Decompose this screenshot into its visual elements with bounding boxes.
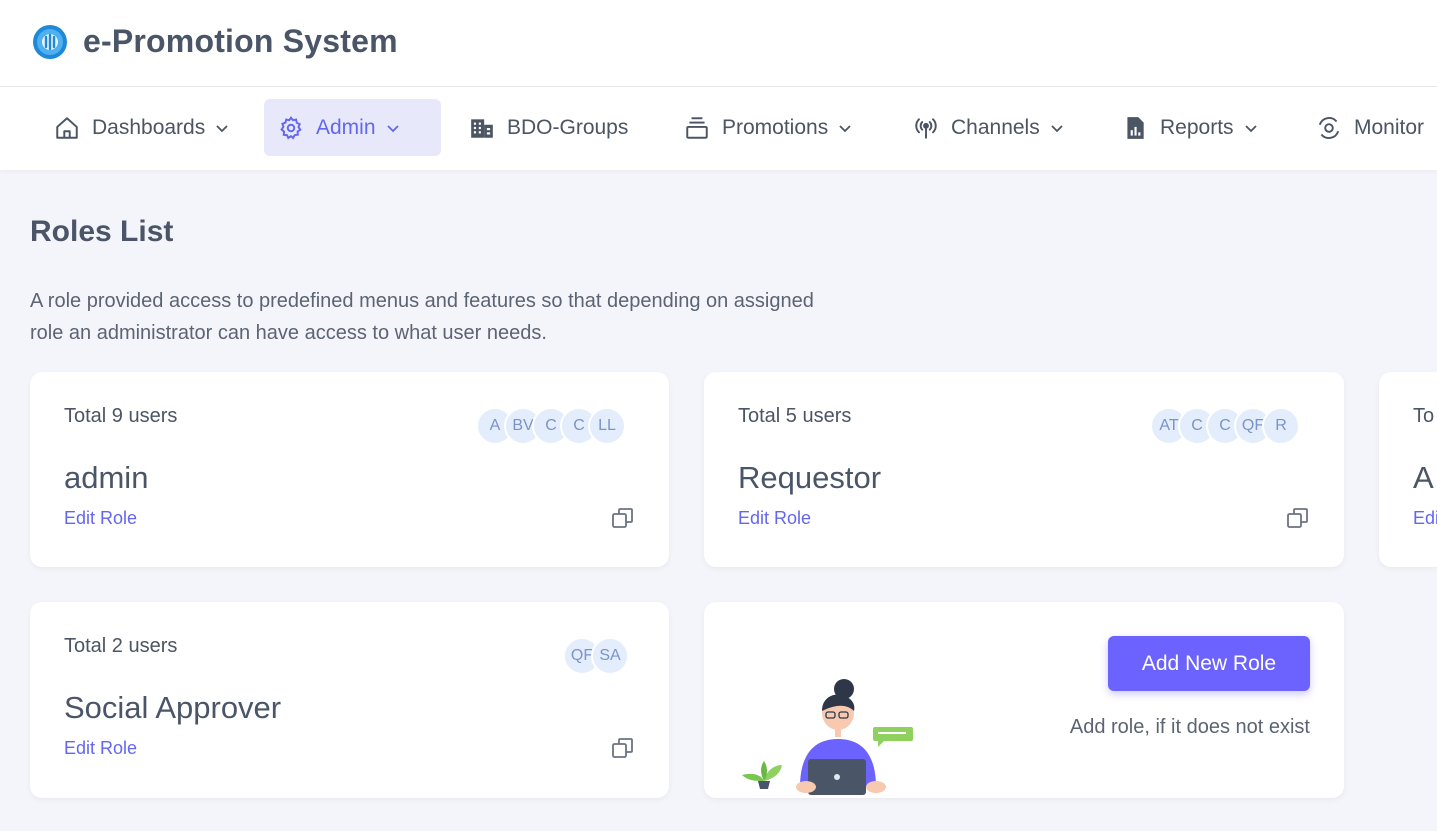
role-user-count: Total 2 users xyxy=(64,635,178,657)
avatar-group: QF SA xyxy=(563,637,629,675)
edit-role-link[interactable]: Edit Role xyxy=(64,738,137,759)
role-name: admin xyxy=(64,460,149,495)
chevron-down-icon xyxy=(215,121,229,135)
nav-promotions[interactable]: Promotions xyxy=(670,99,866,156)
copy-icon[interactable] xyxy=(611,506,635,530)
main-navbar: Dashboards Admin BDO-Groups Promotions C… xyxy=(0,87,1437,170)
role-card-partial: To A Edi xyxy=(1379,372,1437,567)
monitor-icon xyxy=(1316,115,1342,141)
role-user-count: Total 9 users xyxy=(64,405,178,427)
person-laptop-illustration xyxy=(742,679,913,795)
nav-label: Reports xyxy=(1160,115,1234,139)
chevron-down-icon xyxy=(1244,121,1258,135)
nav-label: Channels xyxy=(951,115,1040,139)
home-icon xyxy=(54,115,80,141)
avatar-group: A BV C C LL xyxy=(476,407,626,445)
add-new-role-button[interactable]: Add New Role xyxy=(1108,636,1310,691)
nav-label: Admin xyxy=(316,115,376,139)
avatar[interactable]: R xyxy=(1262,407,1300,445)
building-icon xyxy=(469,115,495,141)
chevron-down-icon xyxy=(386,121,400,135)
page-description: A role provided access to predefined men… xyxy=(30,290,814,344)
chevron-down-icon xyxy=(838,121,852,135)
report-icon xyxy=(1122,115,1148,141)
copy-icon[interactable] xyxy=(611,736,635,760)
page-title: Roles List xyxy=(30,215,174,248)
role-user-count: To xyxy=(1413,405,1435,427)
app-logo-icon[interactable] xyxy=(32,24,68,60)
nav-dashboards[interactable]: Dashboards xyxy=(40,99,243,156)
nav-label: BDO-Groups xyxy=(507,115,629,139)
edit-role-link[interactable]: Edit Role xyxy=(64,508,137,529)
nav-label: Promotions xyxy=(722,115,829,139)
add-role-card: Add New Role Add role, if it does not ex… xyxy=(704,602,1344,798)
nav-reports[interactable]: Reports xyxy=(1108,99,1272,156)
edit-role-link[interactable]: Edi xyxy=(1413,508,1437,529)
nav-channels[interactable]: Channels xyxy=(899,99,1078,156)
role-user-count: Total 5 users xyxy=(738,405,852,427)
nav-label: Monitor xyxy=(1354,115,1425,139)
nav-label: Dashboards xyxy=(92,115,206,139)
role-name: Requestor xyxy=(738,460,882,495)
add-role-hint: Add role, if it does not exist xyxy=(1069,716,1310,738)
chevron-down-icon xyxy=(1050,121,1064,135)
avatar[interactable]: LL xyxy=(588,407,626,445)
edit-role-link[interactable]: Edit Role xyxy=(738,508,811,529)
nav-admin[interactable]: Admin xyxy=(264,99,441,156)
stack-icon xyxy=(684,115,710,141)
role-name: A xyxy=(1413,460,1434,495)
role-name: Social Approver xyxy=(64,690,282,725)
avatar-group: AT C C QF R xyxy=(1150,407,1300,445)
nav-bdo-groups[interactable]: BDO-Groups xyxy=(455,99,642,156)
role-card-requestor: Total 5 users AT C C QF R Requestor Edit… xyxy=(704,372,1344,567)
avatar[interactable]: SA xyxy=(591,637,629,675)
antenna-icon xyxy=(913,115,939,141)
copy-icon[interactable] xyxy=(1286,506,1310,530)
role-card-admin: Total 9 users A BV C C LL admin Edit Rol… xyxy=(30,372,669,567)
role-card-social-approver: Total 2 users QF SA Social Approver Edit… xyxy=(30,602,669,798)
gear-icon xyxy=(278,115,304,141)
nav-monitor[interactable]: Monitor xyxy=(1302,99,1437,156)
app-title: e-Promotion System xyxy=(83,23,398,59)
top-header: e-Promotion System xyxy=(0,0,1437,87)
